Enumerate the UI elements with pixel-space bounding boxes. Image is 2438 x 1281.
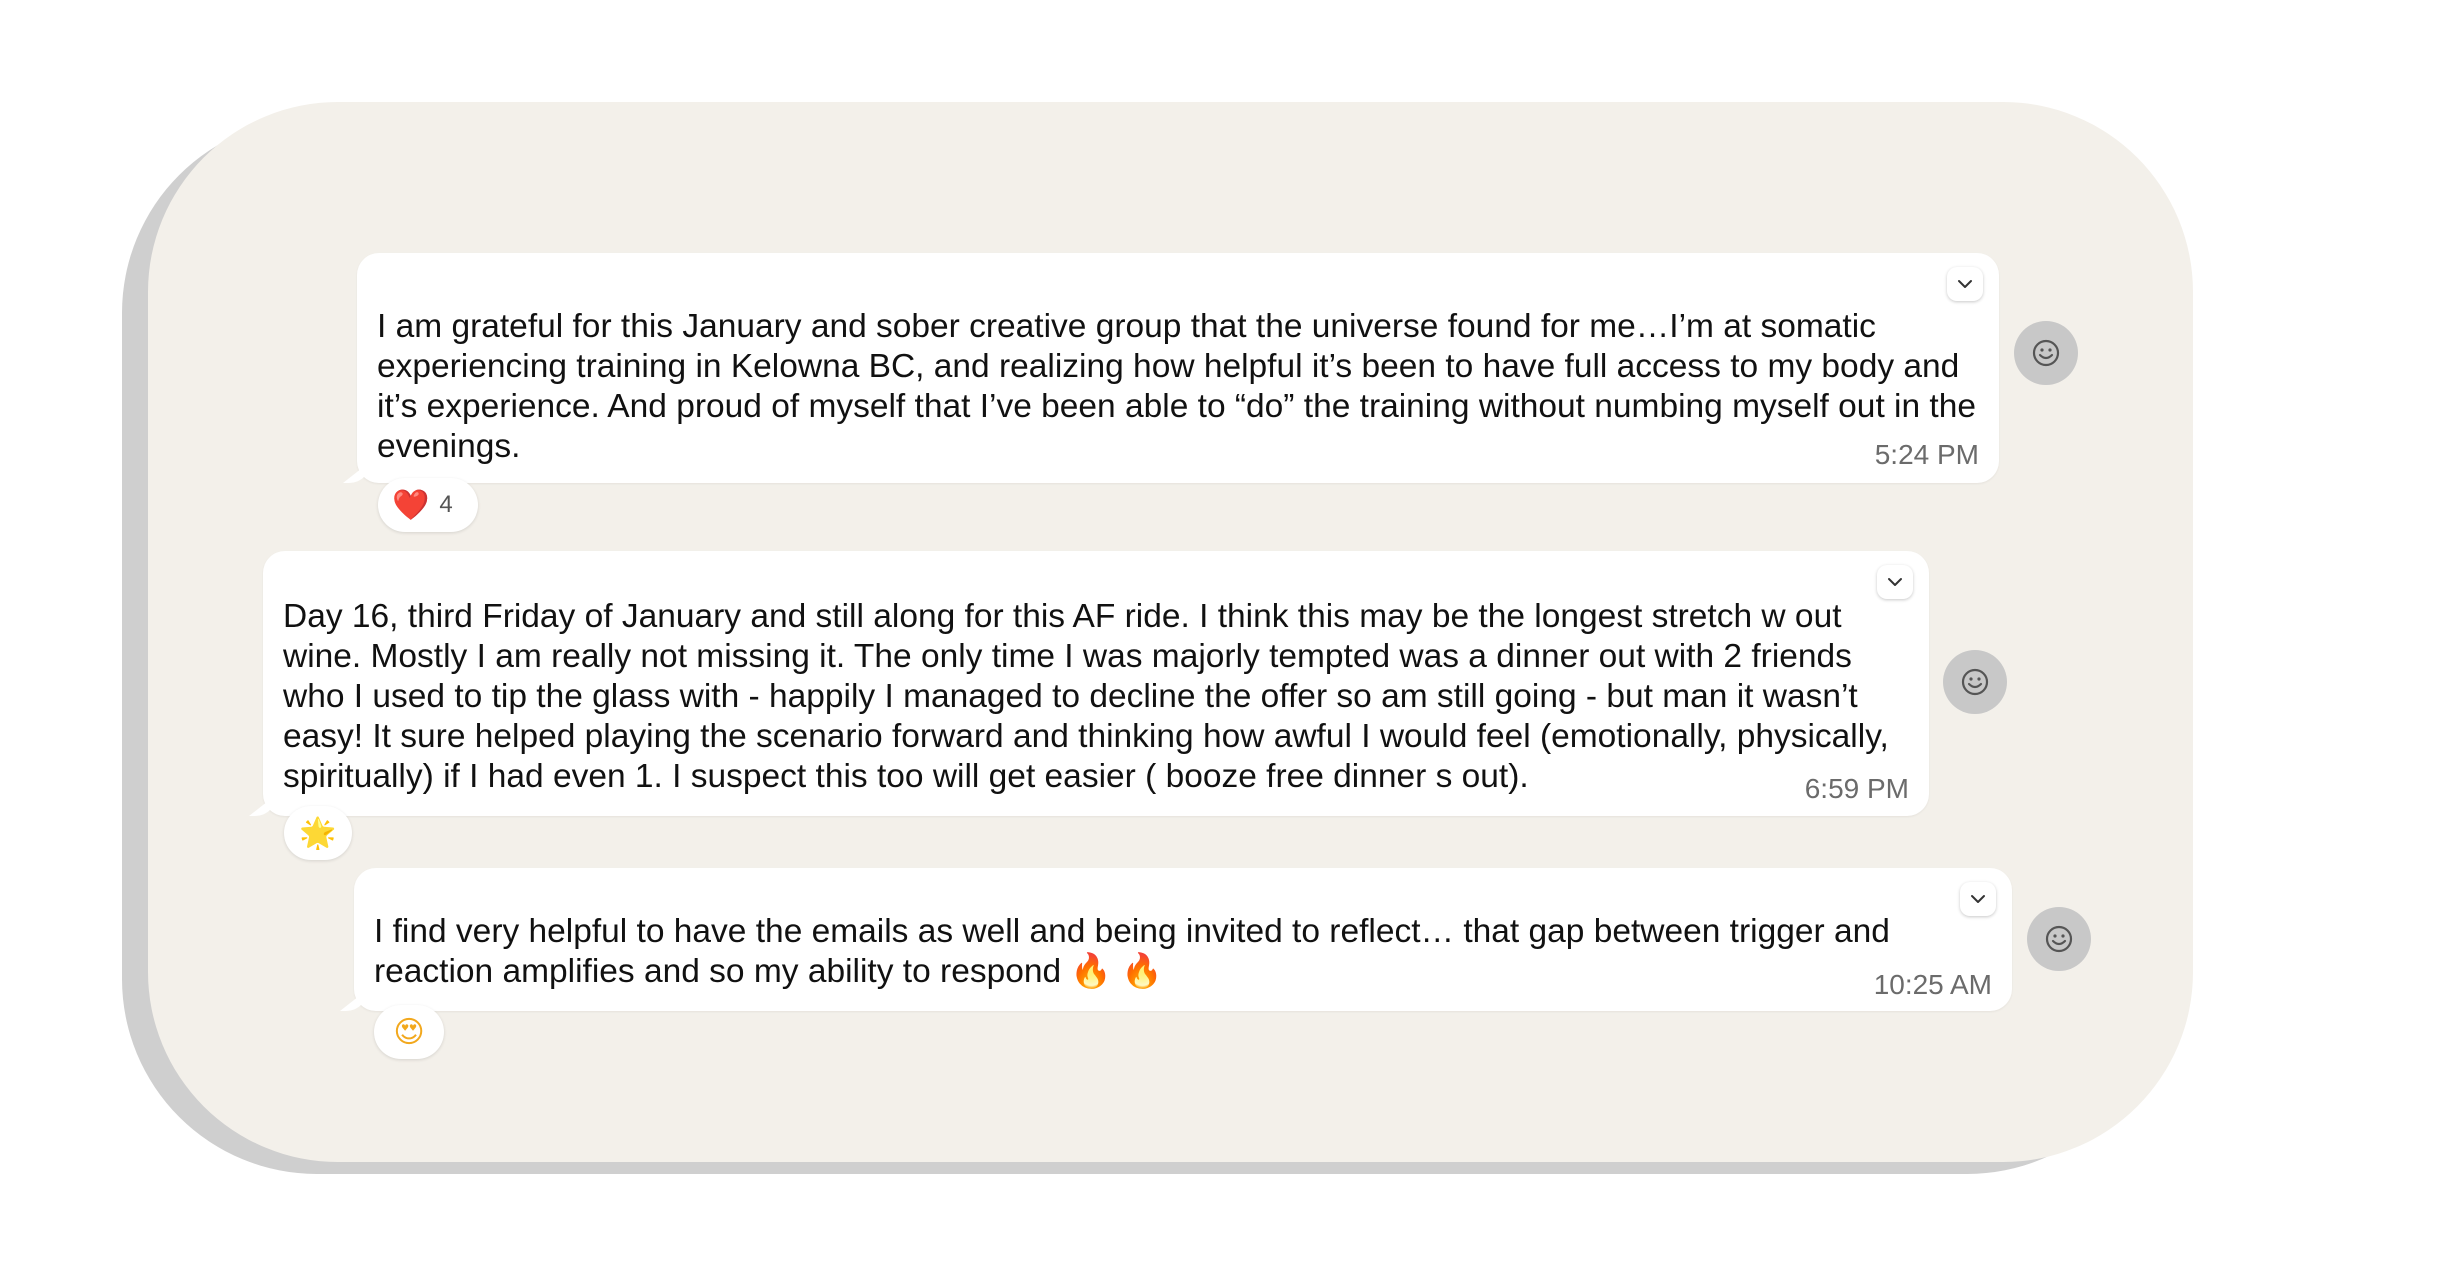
message-timestamp: 6:59 PM — [1804, 773, 1909, 804]
message-timestamp: 10:25 AM — [1873, 969, 1992, 1000]
star-reaction-icon: 🌟 — [299, 815, 337, 851]
add-reaction-button[interactable] — [2027, 907, 2091, 971]
message-bubble-1[interactable]: I am grateful for this January and sober… — [343, 253, 1999, 483]
message-options-button[interactable] — [1877, 565, 1913, 599]
message-timestamp: 5:24 PM — [1874, 439, 1979, 470]
add-reaction-button[interactable] — [2014, 321, 2078, 385]
chevron-down-icon — [1888, 578, 1902, 586]
smiley-icon — [2045, 925, 2073, 953]
message-options-button[interactable] — [1960, 882, 1996, 916]
chat-screenshot: I am grateful for this January and sober… — [0, 0, 2438, 1281]
reaction-pill[interactable]: 😍 — [374, 1005, 444, 1059]
reaction-pill[interactable]: 🌟 — [284, 806, 352, 860]
chevron-down-icon — [1958, 280, 1972, 288]
message-options-button[interactable] — [1947, 267, 1983, 301]
add-reaction-button[interactable] — [1943, 650, 2007, 714]
chevron-down-icon — [1971, 895, 1985, 903]
message-bubble-2[interactable]: Day 16, third Friday of January and stil… — [249, 551, 1929, 816]
message-text: Day 16, third Friday of January and stil… — [283, 598, 1899, 795]
reaction-count: 4 — [439, 491, 453, 518]
message-text: I am grateful for this January and sober… — [377, 308, 1986, 465]
heart-reaction-icon: ❤️ — [392, 487, 430, 523]
message-text: I find very helpful to have the emails a… — [374, 913, 1900, 990]
smiley-icon — [1961, 668, 1989, 696]
heart-eyes-reaction-icon: 😍 — [393, 1014, 425, 1050]
reaction-pill[interactable]: ❤️ 4 — [378, 478, 478, 532]
message-bubble-3[interactable]: I find very helpful to have the emails a… — [340, 868, 2012, 1011]
smiley-icon — [2032, 339, 2060, 367]
